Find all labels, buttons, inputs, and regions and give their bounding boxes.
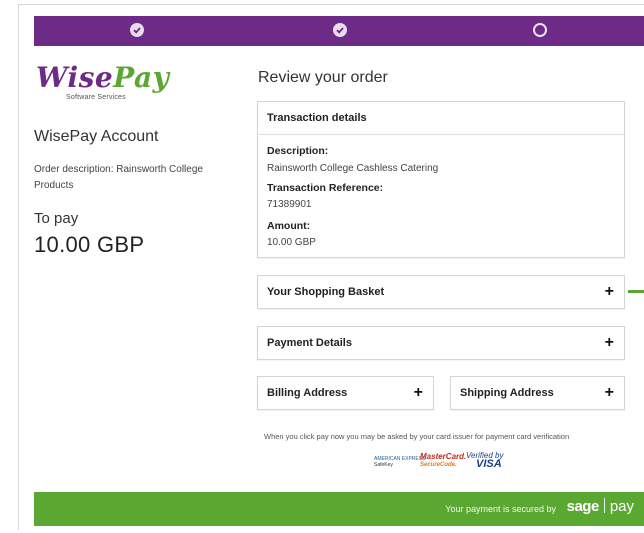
logo-separator	[603, 498, 605, 513]
expand-plus-icon[interactable]: +	[605, 384, 614, 402]
description-label: Description:	[267, 145, 329, 157]
amex-safekey-badge: AMERICAN EXPRESS SafeKey	[374, 456, 425, 468]
card-verification-note: When you click pay now you may be asked …	[264, 432, 570, 441]
logo-pay-text: Pay	[113, 61, 170, 94]
mastercard-securecode-badge: MasterCard. SecureCode.	[420, 453, 466, 469]
to-pay-amount: 10.00 GBP	[34, 232, 145, 257]
divider	[258, 134, 624, 135]
payment-details-label: Payment Details	[267, 337, 352, 349]
sage-word: sage	[566, 498, 600, 515]
secure-payment-footer: Your payment is secured by sage pay	[34, 492, 644, 526]
description-value: Rainsworth College Cashless Catering	[267, 163, 439, 174]
logo-wi-text: Wi	[36, 61, 79, 94]
pay-word: pay	[609, 498, 634, 515]
to-pay-label: To pay	[34, 210, 79, 227]
shipping-address-section[interactable]: Shipping Address +	[450, 376, 625, 410]
expand-plus-icon[interactable]: +	[414, 384, 423, 402]
review-order-title: Review your order	[258, 69, 388, 86]
wisepay-logo: WisePay Software Services	[36, 61, 169, 106]
mastercard-line1: MasterCard.	[420, 452, 467, 461]
amount-label: Amount:	[267, 220, 311, 232]
checkout-progress-bar	[34, 16, 644, 46]
transaction-details-panel: Transaction details Description: Rainswo…	[257, 101, 625, 258]
arrow-indicator	[628, 290, 644, 293]
mastercard-line2: SecureCode.	[420, 462, 457, 468]
order-description: Order description: Rainsworth College Pr…	[34, 164, 203, 191]
expand-plus-icon[interactable]: +	[605, 334, 614, 352]
billing-address-label: Billing Address	[267, 387, 348, 399]
shopping-basket-section[interactable]: Your Shopping Basket +	[257, 275, 625, 309]
visa-line2: VISA	[476, 458, 502, 470]
expand-plus-icon[interactable]: +	[605, 283, 614, 301]
step-1-complete-check-icon	[130, 23, 144, 37]
logo-se-text: se	[78, 61, 114, 94]
account-title: WisePay Account	[34, 128, 159, 145]
payment-details-section[interactable]: Payment Details +	[257, 326, 625, 360]
step-2-complete-check-icon	[333, 23, 347, 37]
transaction-details-heading: Transaction details	[267, 112, 367, 124]
sage-pay-logo: sage pay	[567, 498, 634, 515]
reference-value: 71389901	[267, 199, 312, 210]
amex-line2: SafeKey	[374, 462, 393, 468]
verified-by-visa-badge: Verified by VISA	[466, 452, 504, 470]
billing-address-section[interactable]: Billing Address +	[257, 376, 434, 410]
secured-by-text: Your payment is secured by	[445, 504, 556, 514]
security-badges: AMERICAN EXPRESS SafeKey MasterCard. Sec…	[374, 451, 514, 473]
shopping-basket-label: Your Shopping Basket	[267, 286, 385, 298]
step-3-current-circle-icon	[533, 23, 547, 37]
amount-value: 10.00 GBP	[267, 237, 316, 248]
shipping-address-label: Shipping Address	[460, 387, 554, 399]
logo-subtitle: Software Services	[66, 94, 126, 101]
reference-label: Transaction Reference:	[267, 182, 384, 194]
